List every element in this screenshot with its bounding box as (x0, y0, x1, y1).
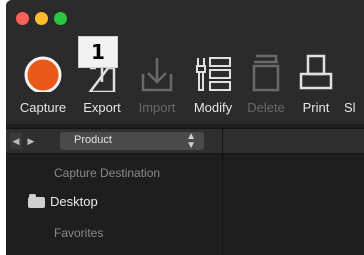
print-label: Print (302, 100, 330, 115)
import-label: Import (138, 100, 176, 115)
forward-button[interactable]: ▶ (25, 133, 37, 149)
modify-button[interactable]: Modify (186, 40, 240, 124)
sidebar-item-label: Desktop (50, 194, 98, 209)
back-button[interactable]: ◀ (10, 133, 22, 149)
slideshow-button[interactable]: Sl (344, 40, 364, 124)
capture-button[interactable]: Capture (14, 40, 72, 124)
app-window: Capture Export Import Modify Delete Prin… (6, 0, 364, 255)
capture-icon (24, 56, 62, 92)
pane-divider[interactable] (222, 128, 223, 255)
delete-label: Delete (247, 100, 285, 115)
modify-icon (196, 57, 231, 91)
modify-label: Modify (193, 100, 233, 115)
favorites-title: Favorites (54, 226, 104, 240)
source-popup[interactable]: Product ▲ ▼ (60, 131, 204, 151)
minimize-window-button[interactable] (35, 12, 48, 25)
sidebar: Capture Destination Desktop Favorites (6, 153, 222, 255)
updown-arrows-icon: ▲ ▼ (186, 131, 196, 151)
sidebar-item-desktop[interactable]: Desktop (28, 194, 208, 212)
delete-button[interactable]: Delete (242, 40, 290, 124)
path-bar: ◀ ▶ Product ▲ ▼ (6, 128, 364, 154)
source-popup-value: Product (74, 134, 112, 146)
import-button[interactable]: Import (131, 40, 183, 124)
capture-destination-title: Capture Destination (54, 166, 161, 180)
import-icon (141, 58, 173, 92)
capture-label: Capture (19, 100, 67, 115)
folder-icon (28, 194, 45, 208)
toolbar: Capture Export Import Modify Delete Prin… (6, 0, 364, 124)
print-button[interactable]: Print (293, 40, 339, 124)
delete-icon (252, 54, 280, 92)
slideshow-label: Sl (344, 100, 356, 115)
print-icon (299, 54, 333, 90)
close-window-button[interactable] (16, 12, 29, 25)
annotation-badge: 1 (78, 36, 118, 68)
zoom-window-button[interactable] (54, 12, 67, 25)
export-label: Export (83, 100, 121, 115)
